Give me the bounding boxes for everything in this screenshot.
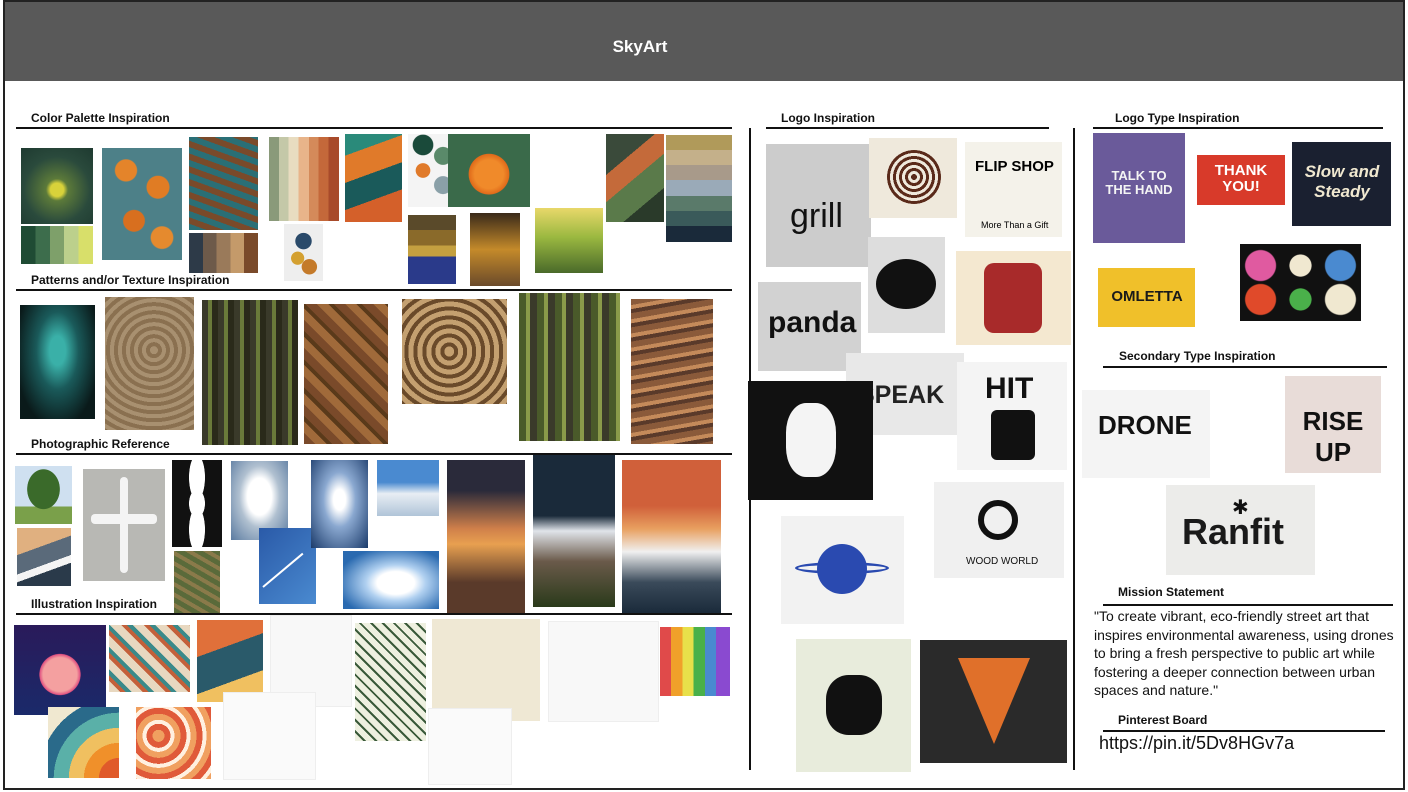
palette-photo-painting [345,134,402,222]
type-drone: DRONE [1082,390,1210,478]
logo-panda-text: panda [768,306,857,339]
page-title: SkyArt [612,37,668,56]
palette-photo-leaves [606,134,664,222]
photo-airplane-top [83,469,165,581]
pattern-wood-knot [105,297,194,430]
section-title-pinterest: Pinterest Board [1118,713,1208,727]
section-title-logo-type: Logo Type Inspiration [1115,111,1240,125]
type-bubble-letters [1240,244,1361,321]
photo-mountain-dusk [533,455,615,607]
illustration-line-drawing [223,692,316,780]
illustration-doodle-sheet [432,619,540,721]
photo-contrail [259,528,316,604]
photo-mountain-sunset [622,460,721,613]
logo-frog [796,639,911,772]
palette-swatch-gold-blue [408,215,456,284]
divider [16,127,732,129]
palette-photo-wheat [535,208,603,273]
illustration-rainbow-arcs [48,707,119,778]
type-talk-text: TALK TO THE HAND [1105,168,1173,197]
type-rise-up: RISE UP [1285,376,1381,473]
type-ranfit: ✱ Ranfit [1166,485,1315,575]
logo-grill: grill [766,144,871,267]
palette-photo-flowers [21,148,93,224]
logo-laurel-face [748,381,873,500]
pattern-leaves-texture [304,304,388,444]
divider [16,453,732,455]
logo-flip-shop-subtitle: More Than a Gift [981,220,1049,230]
palette-swatch-stripes [269,137,339,221]
pattern-wood-grain [631,299,713,444]
type-talk-to-the-hand: TALK TO THE HAND [1093,133,1185,243]
logo-jars [956,251,1071,345]
divider [1103,604,1393,606]
divider [1103,730,1385,732]
section-title-patterns: Patterns and/or Texture Inspiration [31,273,230,287]
photo-tree [15,466,72,524]
divider [16,289,732,291]
logo-planet-blue [781,516,904,624]
palette-photo-marigolds [102,148,182,260]
illustration-green-doodles [355,623,426,741]
pattern-bark-green [519,293,620,441]
palette-swatch-greens [21,226,93,264]
divider [1093,127,1383,129]
type-drone-text: DRONE [1098,410,1192,440]
type-slow-text: Slow and Steady [1304,162,1380,201]
logo-flip-shop-title: FLIP SHOP [975,158,1054,175]
type-rise-up-text: RISE UP [1302,406,1364,467]
photo-sun-clouds [311,460,368,548]
illustration-paint-drips [660,627,730,696]
logo-hit: HIT [957,362,1067,470]
section-title-secondary-type: Secondary Type Inspiration [1119,349,1276,363]
pattern-bark-moss [202,300,298,445]
logo-grill-text: grill [790,197,843,235]
logo-tree-rings [869,138,957,218]
type-omletta-text: OMLETTA [1111,288,1183,305]
photo-sky-clouds [377,460,439,516]
logo-flip-shop: FLIP SHOP More Than a Gift [965,142,1062,237]
type-omletta: OMLETTA [1098,268,1195,327]
palette-photo-sunflowers [470,213,520,286]
column-divider [1073,128,1075,770]
logo-hit-text: HIT [985,372,1034,405]
palette-swatch-circles [284,224,323,281]
pattern-aurora [20,305,95,419]
type-ranfit-text: Ranfit [1182,511,1284,552]
pattern-ammonite [402,299,507,404]
divider [16,613,732,615]
divider [766,127,1049,129]
section-title-mission: Mission Statement [1118,585,1225,599]
section-title-logo: Logo Inspiration [781,111,875,125]
section-title-illustration: Illustration Inspiration [31,597,158,611]
illustration-cup-sketch [428,708,512,785]
photo-blue-cloud [343,551,439,609]
illustration-wavy [136,707,211,779]
divider [1103,366,1387,368]
mission-statement-text: "To create vibrant, eco-friendly street … [1094,608,1394,698]
illustration-headphones [548,621,659,722]
header-bar: SkyArt [5,2,1403,81]
logo-wood-world: WOOD WORLD [934,482,1064,578]
palette-swatch-browns [189,233,258,273]
illustration-sticker-collage [109,625,190,692]
logo-fox [920,640,1067,763]
palette-photo-bench [189,137,258,230]
photo-mountain-small [17,528,71,586]
illustration-cocktail [197,620,263,702]
illustration-retro-sun [14,625,106,715]
photo-plane-sunset [447,460,525,613]
palette-swatch-muted [666,135,732,242]
photo-cloud-shapes [172,460,222,547]
type-slow-and-steady: Slow and Steady [1292,142,1391,226]
logo-orange-slice [868,237,945,333]
logo-wood-world-text: WOOD WORLD [966,556,1039,567]
photo-bonsai [174,551,220,613]
pinterest-link[interactable]: https://pin.it/5Dv8HGv7a [1099,733,1294,754]
palette-photo-lily [448,134,530,207]
type-thank-you: THANK YOU! [1197,155,1285,205]
type-thank-text: THANK YOU! [1214,162,1268,195]
section-title-color-palette: Color Palette Inspiration [31,111,170,125]
section-title-photographic: Photographic Reference [31,437,170,451]
